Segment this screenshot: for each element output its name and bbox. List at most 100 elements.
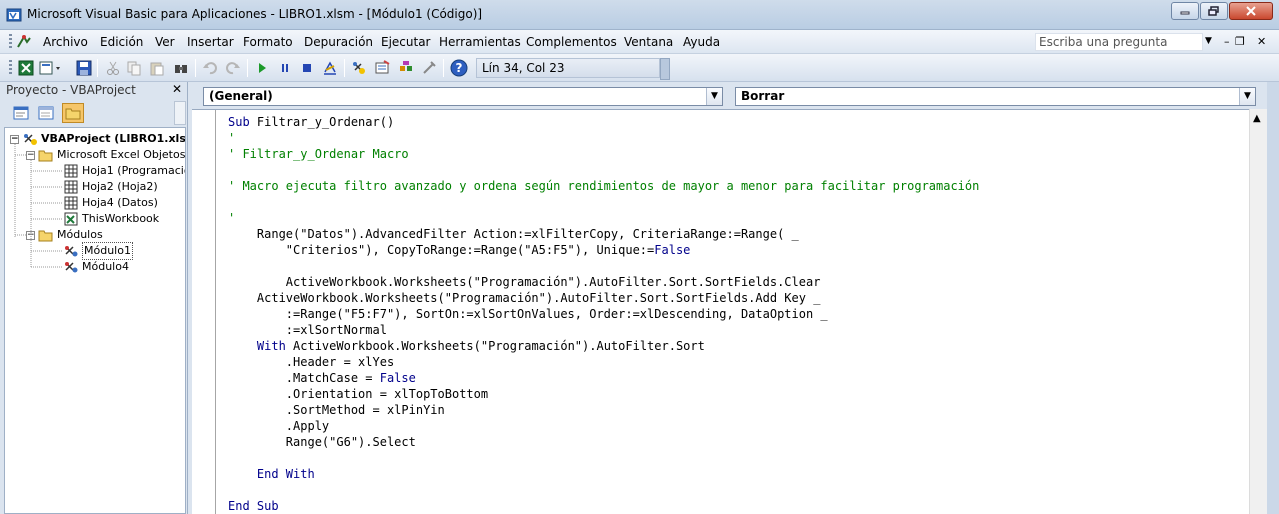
code-line[interactable]: Range("Datos").AdvancedFilter Action:=xl…: [228, 226, 979, 242]
close-icon: [1246, 6, 1256, 16]
code-line[interactable]: ': [228, 210, 979, 226]
code-line[interactable]: ActiveWorkbook.Worksheets("Programación"…: [228, 290, 979, 306]
mdi-minimize-icon[interactable]: –: [1224, 35, 1230, 48]
menu-edicion[interactable]: Edición: [100, 35, 143, 49]
code-line[interactable]: .Orientation = xlTopToBottom: [228, 386, 979, 402]
code-line[interactable]: .Header = xlYes: [228, 354, 979, 370]
project-explorer-button[interactable]: [350, 59, 368, 77]
minimize-icon: [1180, 11, 1190, 15]
menu-insertar[interactable]: Insertar: [187, 35, 234, 49]
copy-button[interactable]: [125, 59, 143, 77]
pause-button[interactable]: [276, 59, 294, 77]
tree-item-hoja1[interactable]: Hoja1 (Programació: [63, 163, 185, 179]
window-title: Microsoft Visual Basic para Aplicaciones…: [27, 7, 483, 21]
chevron-down-icon[interactable]: ▼: [706, 88, 722, 105]
project-panel-close-icon[interactable]: ✕: [170, 83, 184, 97]
mdi-restore-icon[interactable]: ❐: [1235, 35, 1245, 48]
menu-ejecutar[interactable]: Ejecutar: [381, 35, 431, 49]
object-browser-button[interactable]: [397, 59, 415, 77]
find-button[interactable]: [172, 59, 190, 77]
code-line[interactable]: [228, 482, 979, 498]
tree-item-modulo4[interactable]: Módulo4: [63, 259, 129, 275]
close-button[interactable]: [1229, 2, 1273, 20]
code-line[interactable]: .SortMethod = xlPinYin: [228, 402, 979, 418]
folder-icon: [65, 108, 81, 120]
code-line[interactable]: [228, 194, 979, 210]
code-text[interactable]: Sub Filtrar_y_Ordenar() ' ' Filtrar_y_Orde…: [228, 114, 979, 514]
stop-button[interactable]: [298, 59, 316, 77]
module-icon: [65, 246, 78, 257]
code-window: (General) ▼ Borrar ▼ Sub Filtrar_y_Orden…: [192, 82, 1279, 514]
pause-icon: [282, 64, 288, 72]
code-line[interactable]: :=Range("F5:F7"), SortOn:=xlSortOnValues…: [228, 306, 979, 322]
menu-ayuda[interactable]: Ayuda: [683, 35, 720, 49]
tree-item-modulo1[interactable]: Módulo1: [63, 242, 133, 260]
menu-herramientas[interactable]: Herramientas: [439, 35, 521, 49]
code-line[interactable]: .MatchCase = False: [228, 370, 979, 386]
menu-ventana[interactable]: Ventana: [624, 35, 673, 49]
minimize-button[interactable]: [1171, 2, 1199, 20]
scroll-up-icon[interactable]: ▲: [1253, 113, 1261, 124]
view-code-button[interactable]: [10, 103, 32, 123]
view-object-button[interactable]: [35, 103, 57, 123]
toolbar-grip[interactable]: [9, 60, 12, 76]
code-editor[interactable]: Sub Filtrar_y_Ordenar() ' ' Filtrar_y_Orde…: [192, 109, 1267, 514]
paste-button[interactable]: [148, 59, 166, 77]
save-button[interactable]: [75, 59, 93, 77]
help-button[interactable]: ?: [450, 59, 468, 77]
menu-formato[interactable]: Formato: [243, 35, 293, 49]
code-line[interactable]: Range("G6").Select: [228, 434, 979, 450]
toolbar-options-button[interactable]: [660, 58, 670, 80]
insert-module-icon: [39, 61, 60, 75]
design-mode-button[interactable]: [321, 59, 339, 77]
chevron-down-icon[interactable]: ▼: [1239, 88, 1255, 105]
code-line[interactable]: :=xlSortNormal: [228, 322, 979, 338]
code-line[interactable]: Sub Filtrar_y_Ordenar(): [228, 114, 979, 130]
excel-sheet-menu-icon[interactable]: [15, 33, 33, 51]
tree-item-hoja4[interactable]: Hoja4 (Datos): [63, 195, 158, 211]
project-panel-title: Proyecto - VBAProject: [6, 83, 136, 97]
redo-button[interactable]: [224, 59, 242, 77]
toolbox-button[interactable]: [420, 59, 438, 77]
menu-ver[interactable]: Ver: [155, 35, 175, 49]
code-line[interactable]: "Criterios"), CopyToRange:=Range("A5:F5"…: [228, 242, 979, 258]
run-button[interactable]: [253, 59, 271, 77]
code-line[interactable]: .Apply: [228, 418, 979, 434]
restore-button[interactable]: [1200, 2, 1228, 20]
stop-icon: [303, 64, 311, 72]
view-excel-button[interactable]: [17, 59, 35, 77]
code-line[interactable]: [228, 450, 979, 466]
code-vertical-scrollbar[interactable]: ▲: [1249, 109, 1267, 514]
worksheet-icon: [64, 196, 78, 210]
code-line[interactable]: ActiveWorkbook.Worksheets("Programación"…: [228, 274, 979, 290]
code-line[interactable]: End Sub: [228, 498, 979, 514]
insert-module-button[interactable]: [38, 59, 64, 77]
tree-item-hoja2[interactable]: Hoja2 (Hoja2): [63, 179, 158, 195]
cut-button[interactable]: [104, 59, 122, 77]
menu-depuracion[interactable]: Depuración: [304, 35, 373, 49]
project-toolbar-scrollbar[interactable]: [174, 101, 186, 125]
excel-icon: [18, 60, 34, 76]
svg-text:?: ?: [456, 61, 463, 75]
tree-item-thisworkbook[interactable]: ThisWorkbook: [63, 211, 159, 227]
code-line[interactable]: With ActiveWorkbook.Worksheets("Programa…: [228, 338, 979, 354]
code-line[interactable]: ': [228, 130, 979, 146]
standard-toolbar: ? Lín 34, Col 23: [0, 54, 1279, 82]
object-combo[interactable]: (General) ▼: [203, 87, 723, 106]
code-line[interactable]: [228, 162, 979, 178]
mdi-close-icon[interactable]: ✕: [1257, 35, 1266, 48]
menu-archivo[interactable]: Archivo: [43, 35, 88, 49]
procedure-combo[interactable]: Borrar ▼: [735, 87, 1256, 106]
code-line[interactable]: ' Filtrar_y_Ordenar Macro: [228, 146, 979, 162]
undo-button[interactable]: [201, 59, 219, 77]
code-line[interactable]: ' Macro ejecuta filtro avanzado y ordena…: [228, 178, 979, 194]
toggle-folders-button[interactable]: [62, 103, 84, 123]
code-line[interactable]: [228, 258, 979, 274]
code-line[interactable]: End With: [228, 466, 979, 482]
code-margin[interactable]: [192, 110, 216, 514]
help-dropdown-icon[interactable]: ▼: [1205, 36, 1212, 46]
menu-grip[interactable]: [9, 34, 12, 50]
properties-button[interactable]: [373, 59, 391, 77]
menu-complementos[interactable]: Complementos: [526, 35, 617, 49]
help-question-input[interactable]: Escriba una pregunta: [1035, 33, 1203, 51]
